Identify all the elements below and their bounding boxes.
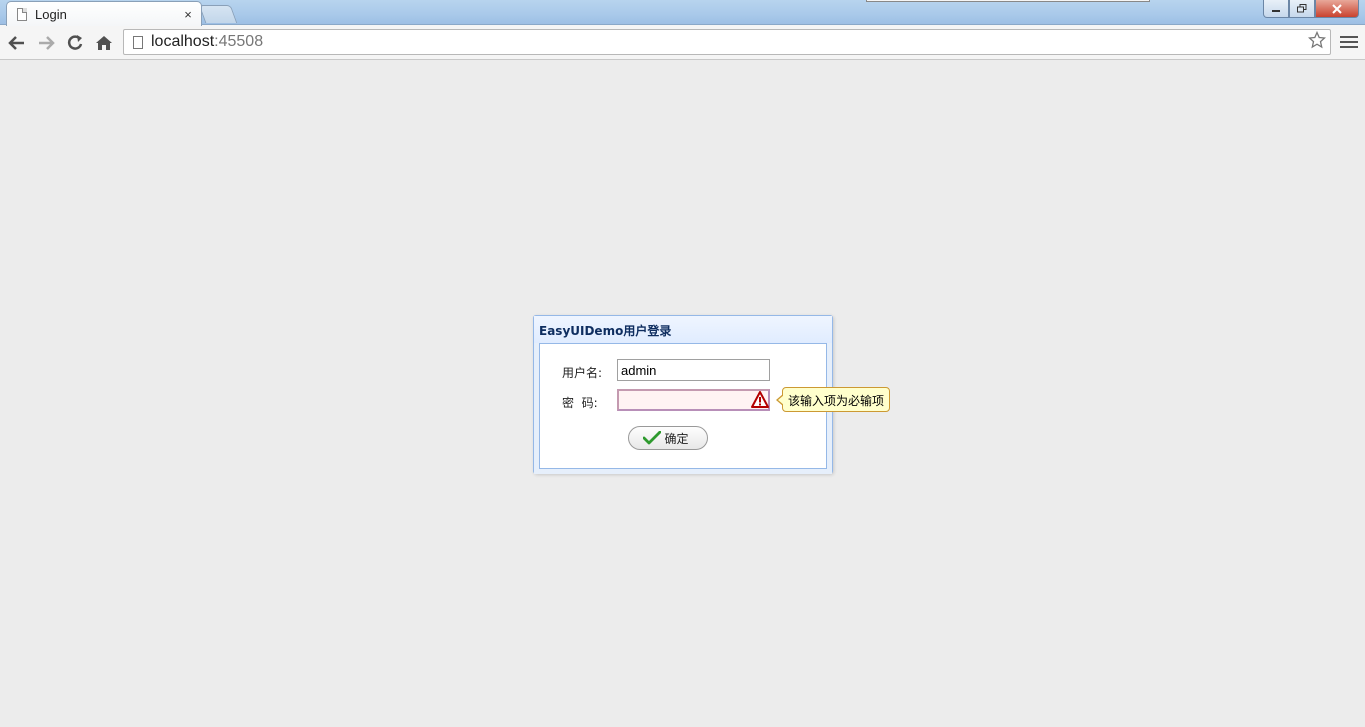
restore-icon [1297, 4, 1307, 13]
close-window-button[interactable] [1315, 0, 1359, 18]
checkmark-icon [643, 431, 662, 445]
url-text[interactable]: localhost:45508 [151, 33, 1304, 51]
validation-tooltip: 该输入项为必输项 [775, 387, 891, 412]
arrow-left-icon [8, 36, 24, 50]
password-label: 密 码: [562, 396, 598, 410]
star-icon [1307, 30, 1327, 48]
password-input[interactable] [617, 389, 770, 411]
submit-button[interactable]: 确定 [628, 426, 708, 450]
page-icon [133, 35, 143, 49]
home-button[interactable] [93, 32, 115, 54]
close-icon [1332, 3, 1342, 14]
new-tab-button[interactable] [198, 5, 238, 23]
back-button[interactable] [6, 32, 28, 54]
tab-title: Login [35, 6, 67, 22]
address-bar[interactable]: localhost:45508 [123, 29, 1331, 55]
arrow-right-icon [39, 36, 55, 50]
forward-button[interactable] [35, 32, 57, 54]
home-icon [96, 36, 112, 50]
window-titlebar: Login × [0, 0, 1365, 26]
bookmark-button[interactable] [1304, 30, 1330, 54]
url-host: localhost [151, 33, 215, 50]
hamburger-menu-button[interactable] [1340, 33, 1358, 51]
submit-label: 确定 [664, 431, 689, 446]
titlebar-strip [866, 0, 1150, 2]
minimize-button[interactable] [1263, 0, 1289, 18]
panel-title: EasyUIDemo用户登录 [534, 316, 832, 343]
window-controls [1263, 0, 1359, 18]
tab-login[interactable]: Login × [6, 1, 202, 26]
browser-toolbar: localhost:45508 [0, 25, 1365, 60]
hamburger-menu-icon [1340, 36, 1358, 38]
username-label: 用户名: [562, 366, 603, 380]
username-input[interactable] [617, 359, 770, 381]
tab-close-icon[interactable]: × [181, 7, 195, 22]
reload-button[interactable] [64, 32, 86, 54]
reload-icon [67, 35, 83, 50]
minimize-icon [1272, 9, 1280, 12]
warning-triangle-icon [751, 391, 769, 408]
restore-button[interactable] [1289, 0, 1315, 18]
page-icon [17, 7, 27, 21]
url-port: :45508 [214, 33, 264, 50]
page-content: EasyUIDemo用户登录 用户名: 密 码: 确定 [0, 61, 1365, 727]
